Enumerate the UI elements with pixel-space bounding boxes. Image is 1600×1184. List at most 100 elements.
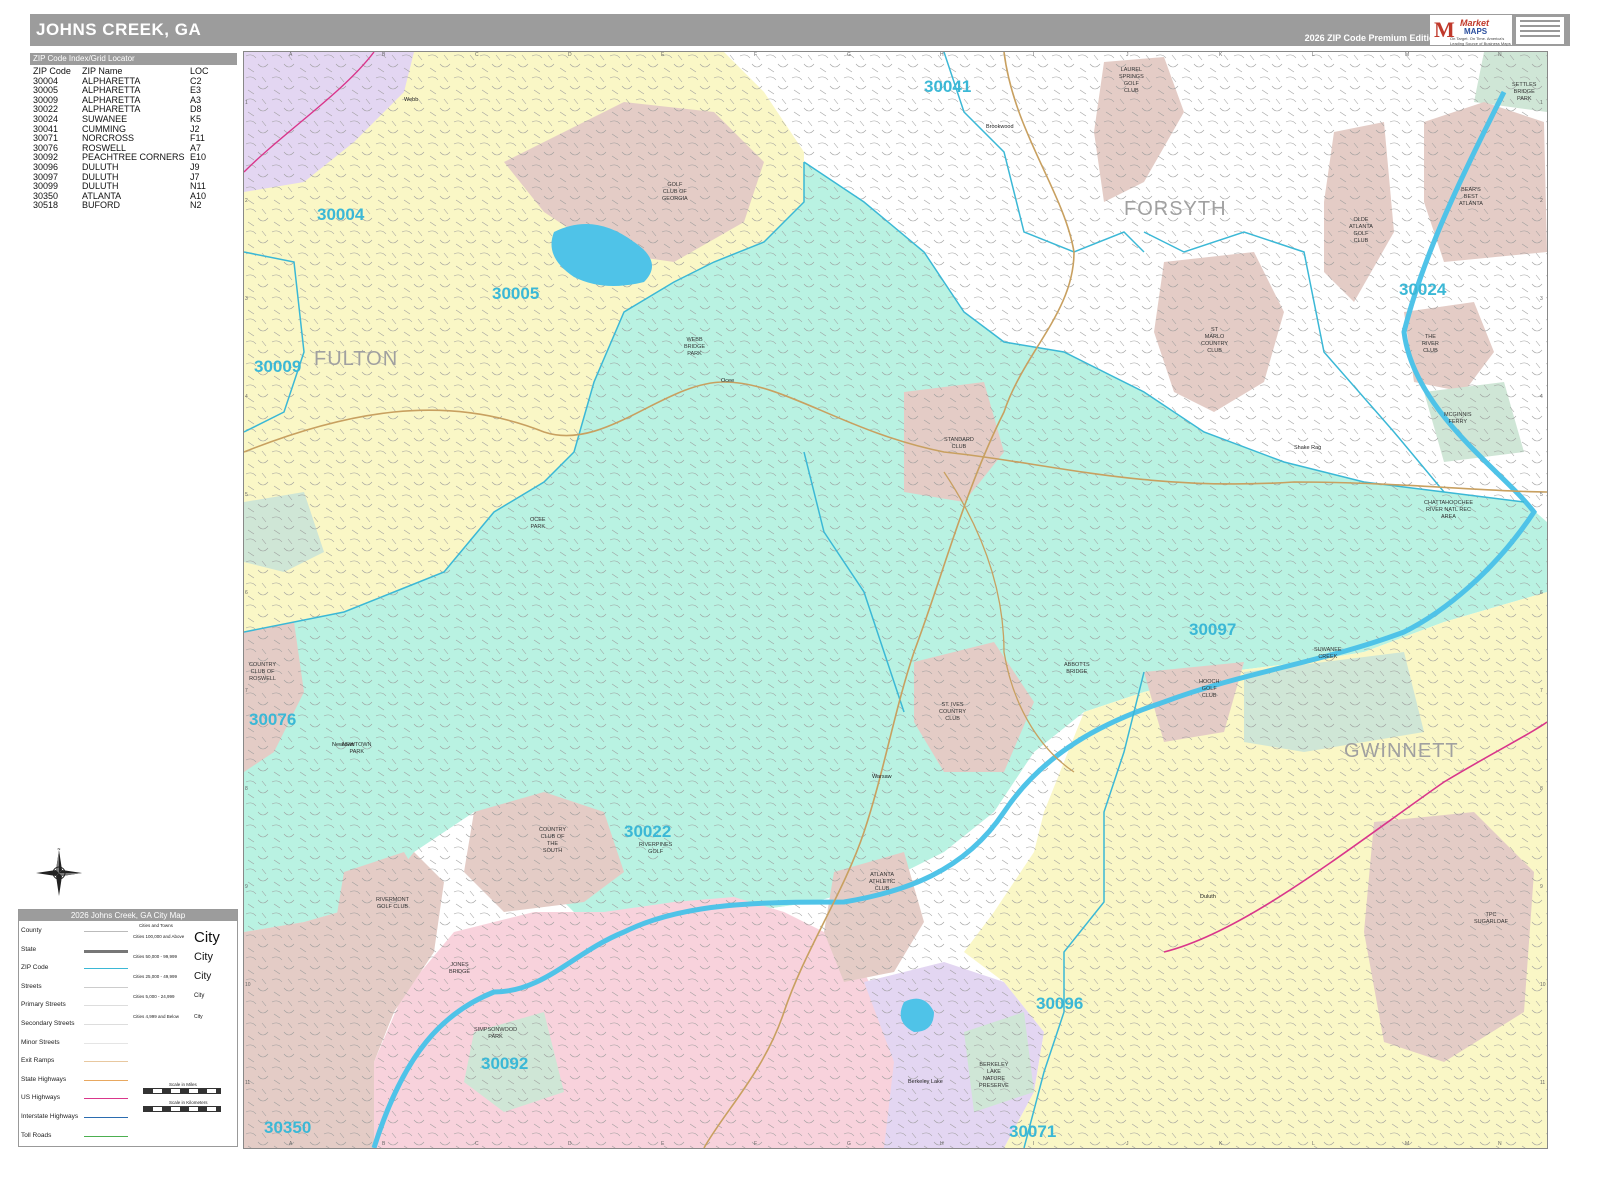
zip-label: 30350 xyxy=(264,1118,312,1137)
grid-row-label: 3 xyxy=(1540,296,1543,302)
grid-column-label: J xyxy=(1126,1141,1129,1147)
legend-item-swatch xyxy=(84,1061,128,1063)
legend-city-range: Cities 50,000 - 99,999 xyxy=(133,954,178,959)
park-label: SETTLES BRIDGE PARK xyxy=(1512,82,1537,102)
place-label: Ocee xyxy=(721,378,735,384)
zip-index-row: 30092 PEACHTREE CORNERS E10 xyxy=(30,153,237,163)
place-label: Duluth xyxy=(1200,894,1216,900)
park-label: ST MARLO COUNTRY CLUB xyxy=(1201,327,1229,354)
legend-item-swatch xyxy=(84,1042,128,1044)
park-label: SUWANEE CREEK xyxy=(1314,647,1342,660)
grid-column-label: D xyxy=(568,52,572,58)
scale-bar-km xyxy=(143,1106,221,1112)
publisher-logo: M Market MAPS On Target. On Time. Americ… xyxy=(1430,15,1512,46)
legend-item-label: ZIP Code xyxy=(21,964,49,972)
park-label: SIMPSONWOOD PARK xyxy=(474,1027,518,1040)
grid-row-label: 9 xyxy=(245,884,248,890)
grid-row-label: 11 xyxy=(1540,1080,1546,1086)
legend-item-swatch xyxy=(84,931,128,932)
scale-km-label: Scale in Kilometers xyxy=(169,1100,208,1105)
grid-column-label: A xyxy=(289,1141,293,1147)
place-label: Berkeley Lake xyxy=(908,1079,943,1085)
legend-item-swatch xyxy=(84,949,128,953)
park-label: CHATTAHOOCHEE RIVER NATL REC AREA xyxy=(1424,500,1473,520)
legend-item-swatch xyxy=(84,968,128,970)
grid-column-label: I xyxy=(1033,1141,1035,1147)
legend-item-swatch xyxy=(84,1135,128,1137)
grid-column-label: G xyxy=(847,1141,851,1147)
grid-column-label: N xyxy=(1498,1141,1502,1147)
legend-item-label: US Highways xyxy=(21,1094,61,1102)
zip-label: 30096 xyxy=(1036,994,1084,1013)
grid-row-label: 10 xyxy=(245,982,251,988)
map-canvas[interactable]: 30041 30004 30005 30009 30024 30097 30076 30022… xyxy=(243,51,1548,1149)
legend-item-label: County xyxy=(21,927,42,934)
grid-column-label: D xyxy=(568,1141,572,1147)
legend-item-label: Minor Streets xyxy=(21,1038,60,1046)
legend-city-range: Cities 5,000 - 24,999 xyxy=(133,994,175,999)
park-label: GOLF CLUB OF GEORGIA xyxy=(662,182,688,202)
grid-column-label: H xyxy=(940,1141,944,1147)
zip-label: 30071 xyxy=(1009,1122,1057,1141)
park-label: ABBOTTS BRIDGE xyxy=(1064,662,1090,675)
place-label: Shake Rag xyxy=(1294,445,1322,451)
legend-item-swatch xyxy=(84,1098,128,1100)
grid-row-label: 10 xyxy=(1540,982,1546,988)
zip-index-row: 30518 BUFORD N2 xyxy=(30,201,237,211)
zip-index-row: 30024 SUWANEE K5 xyxy=(30,114,237,125)
legend-cities-heading: Cities and Towns xyxy=(139,923,173,928)
park-label: MCGINNIS FERRY xyxy=(1444,412,1472,425)
grid-column-label: I xyxy=(1033,52,1035,58)
zip-label: 30076 xyxy=(249,710,297,729)
grid-column-label: B xyxy=(382,52,386,58)
grid-column-label: K xyxy=(1219,1141,1223,1147)
zip-label: 30022 xyxy=(624,822,672,841)
park-label: BERKELEY LAKE NATURE PRESERVE xyxy=(979,1062,1009,1089)
park-label: LAUREL SPRINGS GOLF CLUB xyxy=(1119,67,1144,94)
compass-rose-icon: N xyxy=(36,848,82,896)
grid-column-label: E xyxy=(661,1141,665,1147)
legend-item-label: Interstate Highways xyxy=(21,1113,79,1120)
zip-label: 30009 xyxy=(254,357,302,376)
grid-column-label: F xyxy=(754,1141,758,1147)
grid-column-label: M xyxy=(1405,52,1410,58)
legend-city-range: Cities 100,000 and Above xyxy=(133,934,185,939)
county-label: GWINNETT xyxy=(1344,740,1459,762)
grid-row-label: 1 xyxy=(245,100,248,106)
grid-row-label: 11 xyxy=(245,1080,251,1086)
park-label: STANDARD CLUB xyxy=(944,437,974,450)
grid-column-label: G xyxy=(847,52,851,58)
grid-column-label: J xyxy=(1126,52,1129,58)
grid-row-label: 2 xyxy=(1540,198,1543,204)
zip-index-row: 30350 ATLANTA A10 xyxy=(30,191,237,202)
legend-item-swatch xyxy=(84,1005,128,1007)
zip-label: 30004 xyxy=(317,205,365,224)
grid-column-label: H xyxy=(940,52,944,58)
park-label: JONES BRIDGE xyxy=(449,962,471,975)
grid-column-label: C xyxy=(475,1141,479,1147)
legend-city-sample: City xyxy=(194,971,212,982)
zip-label: 30041 xyxy=(924,77,972,96)
grid-column-label: E xyxy=(661,52,665,58)
zip-index-row: 30022 ALPHARETTA D8 xyxy=(30,105,237,115)
title-bar: JOHNS CREEK, GA 2026 ZIP Code Premium Ed… xyxy=(30,14,1570,46)
park-label: RIVERMONT GOLF CLUB xyxy=(376,897,409,910)
zip-index-row: 30071 NORCROSS F11 xyxy=(30,134,237,144)
grid-column-label: A xyxy=(289,52,293,58)
park-label: BEAR'S BEST ATLANTA xyxy=(1459,187,1483,207)
legend-city-range: Cities 25,000 - 49,999 xyxy=(133,974,178,979)
zip-label: 30024 xyxy=(1399,280,1447,299)
grid-row-label: 1 xyxy=(1540,100,1543,106)
park-label: TPC SUGARLOAF xyxy=(1474,912,1508,925)
place-label: Newtown xyxy=(332,742,355,748)
grid-row-label: 4 xyxy=(245,394,248,400)
scale-bar-miles xyxy=(143,1088,221,1094)
zip-index-row: 30097 DULUTH J7 xyxy=(30,172,237,183)
grid-row-label: 2 xyxy=(245,198,248,204)
grid-column-label: C xyxy=(475,52,479,58)
place-label: Brookwood xyxy=(986,124,1014,130)
grid-row-label: 7 xyxy=(1540,688,1543,694)
grid-row-label: 3 xyxy=(245,296,248,302)
park-label: WEBB BRIDGE PARK xyxy=(684,337,706,357)
legend-item-label: State xyxy=(21,945,37,953)
